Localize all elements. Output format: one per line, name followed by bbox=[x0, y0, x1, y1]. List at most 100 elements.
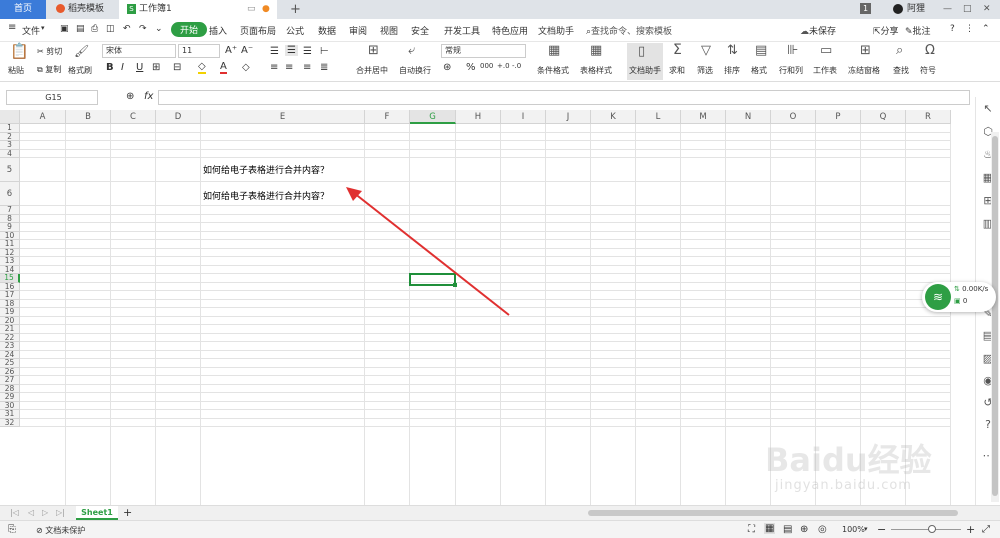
table-style-icon[interactable]: ▦ bbox=[590, 44, 602, 57]
filter-button[interactable]: 筛选 bbox=[697, 65, 713, 76]
tab-workbook[interactable]: S 工作簿1 ▭ ● bbox=[119, 0, 277, 19]
menu-review[interactable]: 审阅 bbox=[349, 24, 367, 37]
align-center-icon[interactable]: ≡ bbox=[285, 62, 293, 73]
column-header-n[interactable]: N bbox=[726, 110, 771, 124]
merge-center-icon[interactable]: ⊞ bbox=[368, 44, 379, 57]
wrap-text-button[interactable]: 自动换行 bbox=[399, 65, 431, 76]
align-top-icon[interactable]: ☰ bbox=[270, 46, 279, 57]
first-sheet-icon[interactable]: |◁ bbox=[10, 508, 19, 517]
column-header-l[interactable]: L bbox=[636, 110, 681, 124]
percent-icon[interactable]: % bbox=[466, 62, 476, 73]
share-button[interactable]: ⇱分享 bbox=[873, 24, 899, 37]
print-icon[interactable]: ⎙ bbox=[91, 24, 98, 34]
protect-status[interactable]: ⊘ 文档未保护 bbox=[36, 525, 85, 536]
sum-icon[interactable]: Σ bbox=[673, 43, 682, 57]
sum-button[interactable]: 求和 bbox=[669, 65, 685, 76]
row-header-6[interactable]: 6 bbox=[0, 182, 20, 206]
last-sheet-icon[interactable]: ▷| bbox=[56, 508, 65, 517]
help-icon[interactable]: ? bbox=[950, 24, 955, 34]
scrollbar-thumb[interactable] bbox=[992, 136, 998, 496]
merge-center-button[interactable]: 合并居中 bbox=[356, 65, 388, 76]
row-header-4[interactable]: 4 bbox=[0, 149, 20, 158]
orientation-icon[interactable]: ⊢ bbox=[320, 46, 329, 57]
underline-icon[interactable]: U bbox=[136, 62, 143, 73]
sheet-tab-sheet1[interactable]: Sheet1 bbox=[76, 506, 118, 520]
doc-helper-button[interactable]: ▯ 文档助手 bbox=[627, 43, 663, 80]
add-sheet-button[interactable]: + bbox=[123, 506, 132, 519]
cut-button[interactable]: ✂ 剪切 bbox=[37, 46, 62, 57]
zoom-formula-icon[interactable]: ⊕ bbox=[126, 91, 134, 102]
page-break-icon[interactable]: ⊕ bbox=[800, 524, 808, 535]
file-dropdown-icon[interactable]: ▾ bbox=[41, 24, 45, 32]
number-format-select[interactable]: 常规 bbox=[441, 44, 526, 58]
pointer-icon[interactable]: ↖ bbox=[981, 102, 995, 116]
fullscreen-icon[interactable]: ⤢ bbox=[982, 524, 990, 535]
maximize-button[interactable]: □ bbox=[955, 0, 972, 19]
column-header-a[interactable]: A bbox=[20, 110, 66, 124]
font-color-icon[interactable]: A bbox=[220, 61, 227, 74]
cell-e5[interactable]: 如何给电子表格进行合并内容？ bbox=[203, 163, 329, 176]
table-style-button[interactable]: 表格样式 bbox=[580, 65, 612, 76]
menu-data[interactable]: 数据 bbox=[318, 24, 336, 37]
row-header-32[interactable]: 32 bbox=[0, 418, 20, 427]
column-header-f[interactable]: F bbox=[365, 110, 410, 124]
menu-security[interactable]: 安全 bbox=[411, 24, 429, 37]
paste-button[interactable]: 粘贴 bbox=[8, 65, 24, 76]
column-header-e[interactable]: E bbox=[201, 110, 365, 124]
zoom-dropdown-icon[interactable]: ▾ bbox=[864, 525, 868, 533]
more-icon[interactable]: ⋮ bbox=[965, 24, 974, 34]
column-header-k[interactable]: K bbox=[591, 110, 636, 124]
zoom-slider-handle[interactable] bbox=[928, 525, 936, 533]
thousands-icon[interactable]: 000 bbox=[480, 62, 493, 70]
minimize-button[interactable]: — bbox=[935, 0, 952, 19]
increase-decimal-icon[interactable]: +.0 bbox=[497, 62, 510, 70]
collapse-ribbon-icon[interactable]: ⌃ bbox=[982, 24, 990, 34]
column-header-j[interactable]: J bbox=[546, 110, 591, 124]
column-header-m[interactable]: M bbox=[681, 110, 726, 124]
symbol-icon[interactable]: Ω bbox=[925, 44, 935, 57]
next-sheet-icon[interactable]: ▷ bbox=[42, 508, 48, 517]
hamburger-icon[interactable]: ≡ bbox=[8, 22, 16, 33]
close-button[interactable]: ✕ bbox=[975, 0, 991, 19]
vertical-scrollbar[interactable] bbox=[991, 132, 999, 502]
new-tab-button[interactable]: + bbox=[282, 0, 301, 19]
fill-icon[interactable]: ⊟ bbox=[173, 62, 181, 73]
zoom-out-button[interactable]: − bbox=[877, 523, 886, 536]
row-col-icon[interactable]: ⊪ bbox=[787, 44, 798, 57]
format-button[interactable]: 格式 bbox=[751, 65, 767, 76]
copy-button[interactable]: ⧉ 复制 bbox=[37, 64, 61, 75]
menu-formula[interactable]: 公式 bbox=[286, 24, 304, 37]
network-speed-widget[interactable]: ≋ ⇅ 0.00K/s ▣ 0 bbox=[922, 282, 996, 312]
column-header-o[interactable]: O bbox=[771, 110, 816, 124]
tab-home[interactable]: 首页 bbox=[0, 0, 46, 19]
normal-view-icon[interactable]: ▦ bbox=[764, 523, 776, 534]
wrap-text-icon[interactable]: ⤶ bbox=[408, 44, 415, 57]
sort-button[interactable]: 排序 bbox=[724, 65, 740, 76]
clear-format-icon[interactable]: ◇ bbox=[242, 62, 250, 73]
prev-sheet-icon[interactable]: ◁ bbox=[28, 508, 34, 517]
fill-color-icon[interactable]: ◇ bbox=[198, 61, 206, 74]
name-box[interactable]: G15 bbox=[6, 90, 98, 105]
worksheet-icon[interactable]: ▭ bbox=[820, 44, 832, 57]
undo-icon[interactable]: ↶ bbox=[123, 24, 131, 34]
redo-icon[interactable]: ↷ bbox=[139, 24, 147, 34]
reading-view-icon[interactable]: ◎ bbox=[818, 524, 827, 535]
menu-layout[interactable]: 页面布局 bbox=[240, 24, 276, 37]
save-icon[interactable]: ▣ bbox=[60, 24, 69, 34]
distribute-icon[interactable]: ≣ bbox=[320, 62, 328, 73]
column-header-h[interactable]: H bbox=[456, 110, 501, 124]
row-header-5[interactable]: 5 bbox=[0, 158, 20, 182]
open-icon[interactable]: ▤ bbox=[76, 24, 85, 34]
fx-icon[interactable]: fx bbox=[144, 91, 153, 102]
increase-font-icon[interactable]: A⁺ bbox=[225, 45, 237, 56]
unsaved-button[interactable]: ☁未保存 bbox=[800, 24, 836, 37]
freeze-button[interactable]: 冻结窗格 bbox=[848, 65, 880, 76]
column-header-i[interactable]: I bbox=[501, 110, 546, 124]
bold-icon[interactable]: B bbox=[106, 62, 114, 73]
worksheet-button[interactable]: 工作表 bbox=[813, 65, 837, 76]
align-bottom-icon[interactable]: ☰ bbox=[303, 46, 312, 57]
customize-icon[interactable]: ⌄ bbox=[155, 24, 163, 34]
symbol-button[interactable]: 符号 bbox=[920, 65, 936, 76]
macro-icon[interactable]: ⎘ bbox=[8, 524, 16, 535]
decrease-decimal-icon[interactable]: -.0 bbox=[512, 62, 521, 70]
